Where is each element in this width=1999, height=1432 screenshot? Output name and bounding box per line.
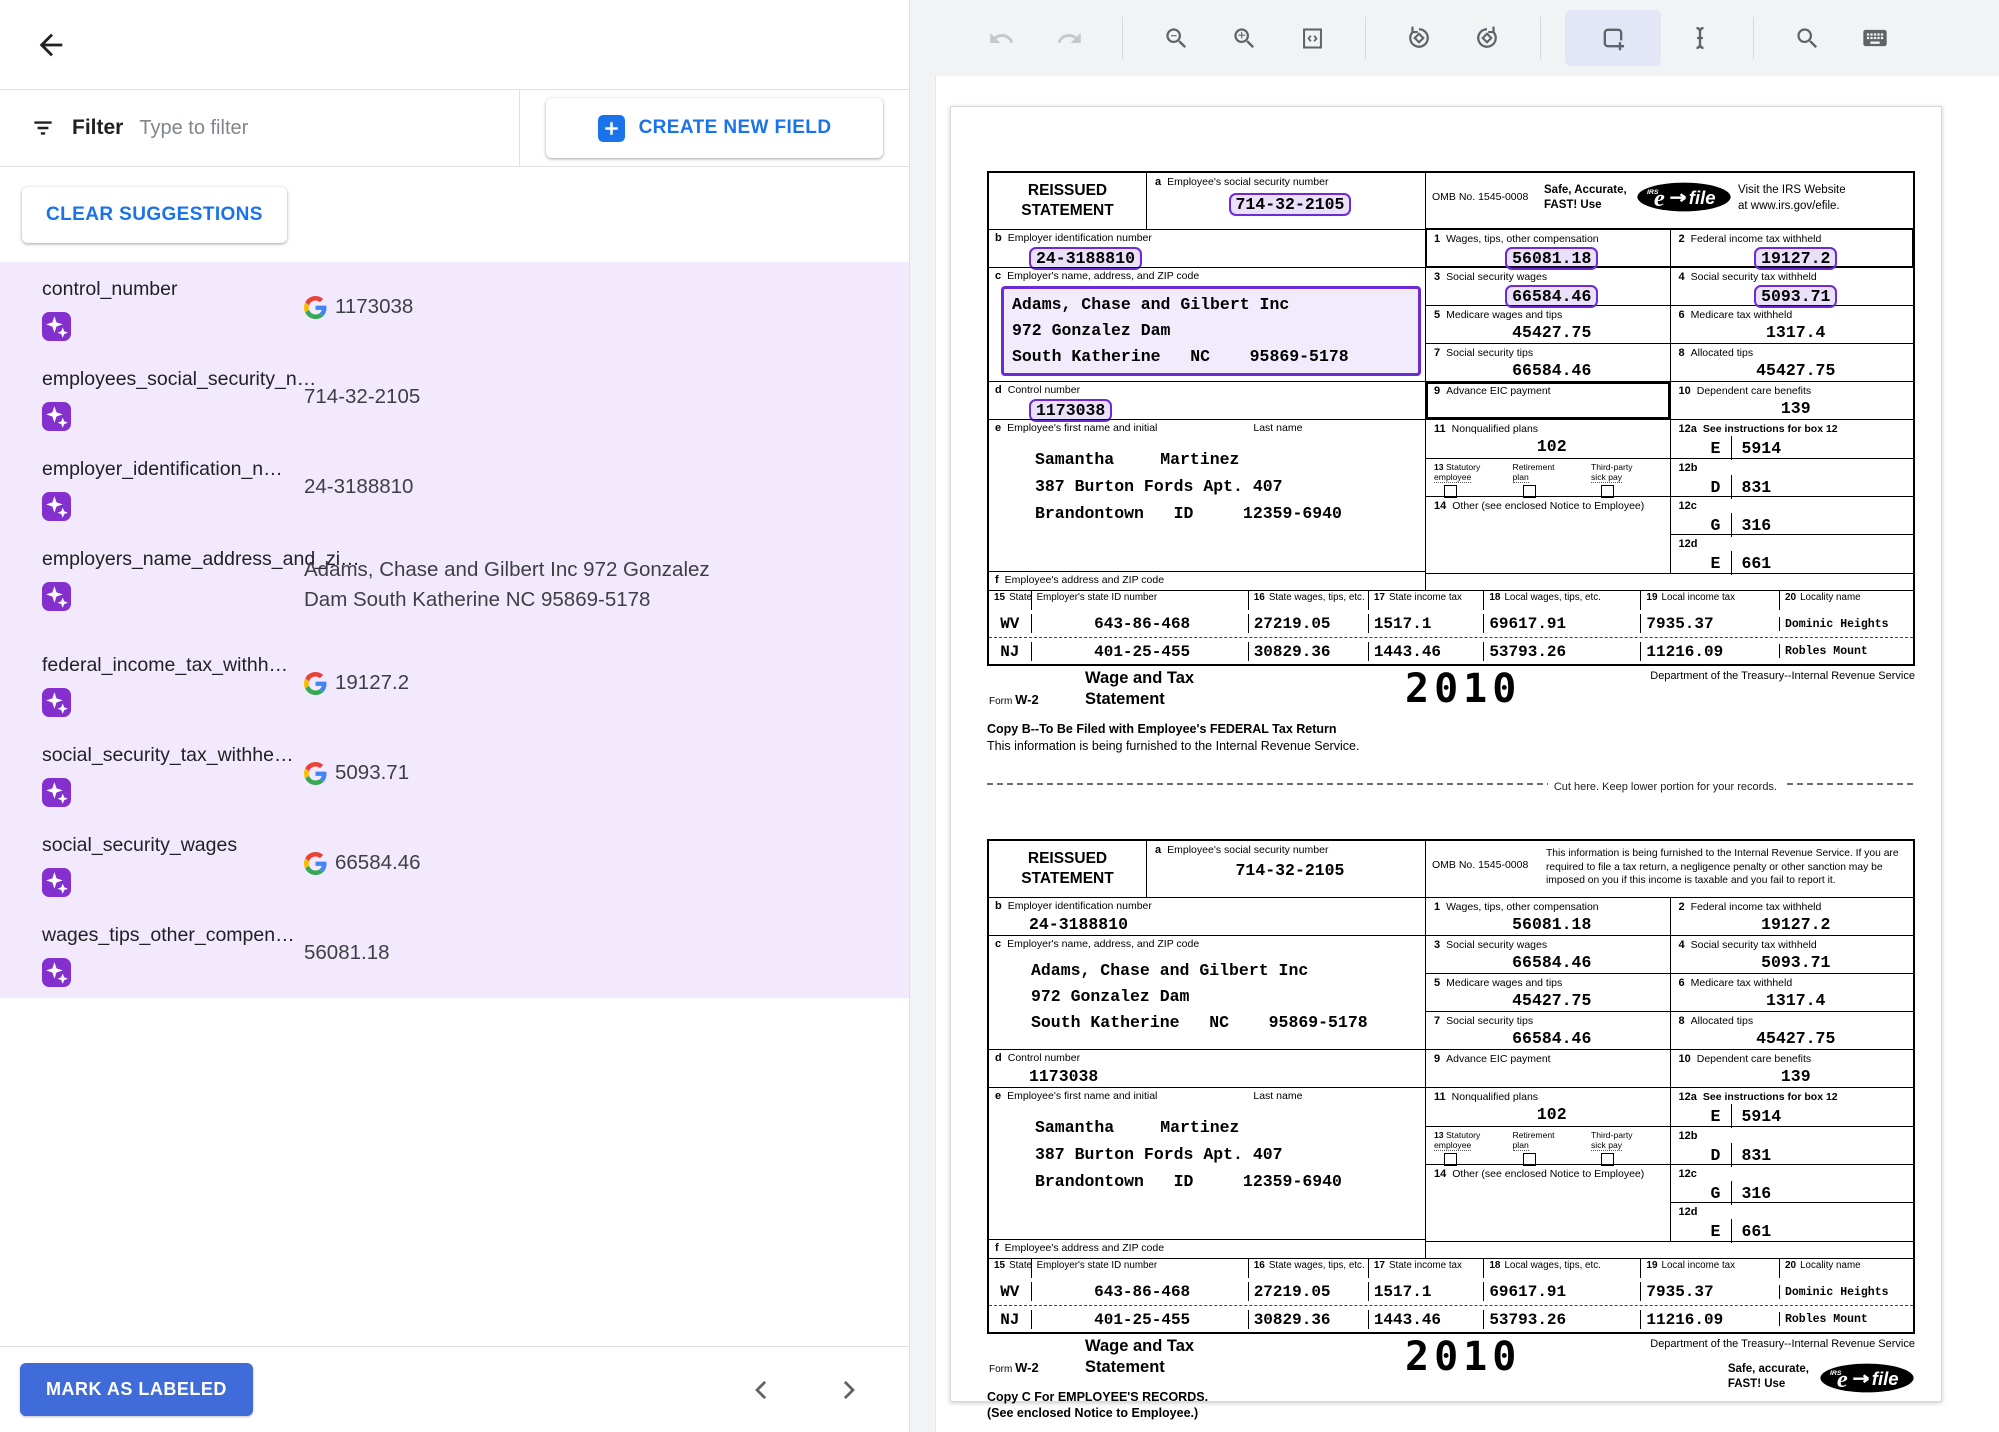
rotate-right-button[interactable] <box>1458 10 1516 66</box>
filter-icon <box>30 115 56 141</box>
w2-footer-copy-c: Form W-2 Wage and TaxStatement 2010 Depa… <box>987 1336 1915 1420</box>
toolbar-divider <box>1753 17 1754 59</box>
field-row-control-number[interactable]: control_number 1173038 <box>0 262 909 352</box>
reissued-statement-label: REISSUEDSTATEMENT <box>989 173 1147 229</box>
w2-footer-copy-b: Form W-2 Wage and TaxStatement 2010 Depa… <box>987 668 1915 753</box>
back-button[interactable] <box>28 22 74 68</box>
field-row-employer-address[interactable]: employers_name_address_and_zi… Adams, Ch… <box>0 532 909 638</box>
state-tax-table: 15State Employer's state ID number 16Sta… <box>989 1258 1913 1332</box>
field-row-ss-wages[interactable]: social_security_wages 66584.46 <box>0 818 909 908</box>
reissued-statement-label: REISSUEDSTATEMENT <box>989 841 1147 897</box>
state-tax-table: 15State Employer's state ID number 16Sta… <box>989 590 1913 664</box>
next-document-button[interactable] <box>827 1369 869 1411</box>
create-new-field-button[interactable]: CREATE NEW FIELD <box>546 98 883 158</box>
back-arrow-icon <box>34 28 68 62</box>
state-row: WV 643-86-468 27219.05 1517.1 69617.91 7… <box>989 1278 1913 1305</box>
field-row-wages-tips[interactable]: wages_tips_other_compen… 56081.18 <box>0 908 909 998</box>
suggestion-sparkle-icon <box>42 958 71 987</box>
zoom-out-icon <box>1163 25 1190 52</box>
highlight-federal-tax[interactable]: 19127.2 <box>1754 247 1837 270</box>
highlight-ssn[interactable]: 714-32-2105 <box>1229 193 1352 216</box>
toolbar-divider <box>1122 17 1123 59</box>
suggestion-sparkle-icon <box>42 582 71 611</box>
suggestion-sparkle-icon <box>42 492 71 521</box>
fit-width-button[interactable] <box>1283 10 1341 66</box>
suggestion-sparkle-icon <box>42 402 71 431</box>
irs-efile-logo <box>1636 180 1732 214</box>
field-row-employer-id[interactable]: employer_identification_n… 24-3188810 <box>0 442 909 532</box>
tax-year: 2010 <box>1405 1334 1521 1388</box>
cut-here-line: Cut here. Keep lower portion for your re… <box>987 783 1913 803</box>
add-bounding-box-icon <box>1599 24 1627 52</box>
irs-efile-logo <box>1819 1361 1915 1395</box>
previous-document-button[interactable] <box>741 1369 783 1411</box>
document-page: REISSUEDSTATEMENT aEmployee's social sec… <box>950 106 1942 1402</box>
state-row: NJ 401-25-455 30829.36 1443.46 53793.26 … <box>989 637 1913 664</box>
zoom-in-button[interactable] <box>1215 10 1273 66</box>
highlight-employer-address[interactable]: Adams, Chase and Gilbert Inc 972 Gonzale… <box>1001 286 1421 376</box>
search-button[interactable] <box>1778 10 1836 66</box>
field-row-federal-tax[interactable]: federal_income_tax_withh… 19127.2 <box>0 638 909 728</box>
filter-box: Filter <box>0 90 520 166</box>
viewer-canvas[interactable]: REISSUEDSTATEMENT aEmployee's social sec… <box>910 76 1999 1432</box>
chevron-left-icon <box>747 1375 777 1405</box>
toolbar-divider <box>1365 17 1366 59</box>
w2-form-copy-b: REISSUEDSTATEMENT aEmployee's social sec… <box>987 171 1915 666</box>
document-viewer: REISSUEDSTATEMENT aEmployee's social sec… <box>910 0 1999 1432</box>
zoom-out-button[interactable] <box>1147 10 1205 66</box>
field-row-ss-tax[interactable]: social_security_tax_withhe… 5093.71 <box>0 728 909 818</box>
state-row: NJ 401-25-455 30829.36 1443.46 53793.26 … <box>989 1305 1913 1332</box>
state-row: WV 643-86-468 27219.05 1517.1 69617.91 7… <box>989 610 1913 637</box>
suggestion-sparkle-icon <box>42 688 71 717</box>
w2-form-copy-c: REISSUEDSTATEMENT aEmployee's social sec… <box>987 839 1915 1334</box>
field-list: control_number 1173038 employees_social_… <box>0 262 909 998</box>
tax-year: 2010 <box>1405 666 1521 720</box>
rotate-left-button[interactable] <box>1390 10 1448 66</box>
viewer-scrollbar[interactable] <box>910 76 936 1432</box>
filter-input[interactable] <box>139 117 519 140</box>
select-text-icon <box>1686 24 1714 52</box>
filter-label: Filter <box>72 116 123 140</box>
document-labeling-app: Filter CREATE NEW FIELD CLEAR SUGGESTION… <box>0 0 1999 1432</box>
mark-as-labeled-button[interactable]: MARK AS LABELED <box>20 1363 253 1416</box>
google-icon <box>304 852 327 875</box>
suggestion-sparkle-icon <box>42 778 71 807</box>
fit-width-icon <box>1299 25 1326 52</box>
highlight-ss-wages[interactable]: 66584.46 <box>1505 285 1598 308</box>
keyboard-icon <box>1861 24 1889 52</box>
highlight-wages[interactable]: 56081.18 <box>1505 247 1598 270</box>
viewer-toolbar <box>910 0 1999 76</box>
chevron-right-icon <box>833 1375 863 1405</box>
google-icon <box>304 762 327 785</box>
redo-button[interactable] <box>1040 10 1098 66</box>
search-icon <box>1794 25 1821 52</box>
select-text-button[interactable] <box>1671 10 1729 66</box>
google-icon <box>304 672 327 695</box>
rotate-left-icon <box>1405 24 1433 52</box>
clear-suggestions-button[interactable]: CLEAR SUGGESTIONS <box>22 187 287 243</box>
filter-row: Filter CREATE NEW FIELD <box>0 90 909 167</box>
undo-icon <box>988 25 1015 52</box>
keyboard-shortcuts-button[interactable] <box>1846 10 1904 66</box>
rotate-right-icon <box>1473 24 1501 52</box>
panel-spacer <box>0 998 909 1346</box>
suggestion-sparkle-icon <box>42 868 71 897</box>
highlight-ss-tax[interactable]: 5093.71 <box>1754 285 1837 308</box>
add-bounding-box-button[interactable] <box>1565 10 1661 66</box>
zoom-in-icon <box>1231 25 1258 52</box>
panel-footer: MARK AS LABELED <box>0 1346 909 1432</box>
redo-icon <box>1056 25 1083 52</box>
suggestion-sparkle-icon <box>42 312 71 341</box>
fields-panel: Filter CREATE NEW FIELD CLEAR SUGGESTION… <box>0 0 910 1432</box>
google-icon <box>304 296 327 319</box>
suggestions-bar: CLEAR SUGGESTIONS <box>0 167 909 262</box>
undo-button[interactable] <box>972 10 1030 66</box>
panel-header <box>0 0 909 90</box>
plus-icon <box>598 115 625 142</box>
field-row-employees-ssn[interactable]: employees_social_security_n… 714-32-2105 <box>0 352 909 442</box>
toolbar-divider <box>1540 17 1541 59</box>
